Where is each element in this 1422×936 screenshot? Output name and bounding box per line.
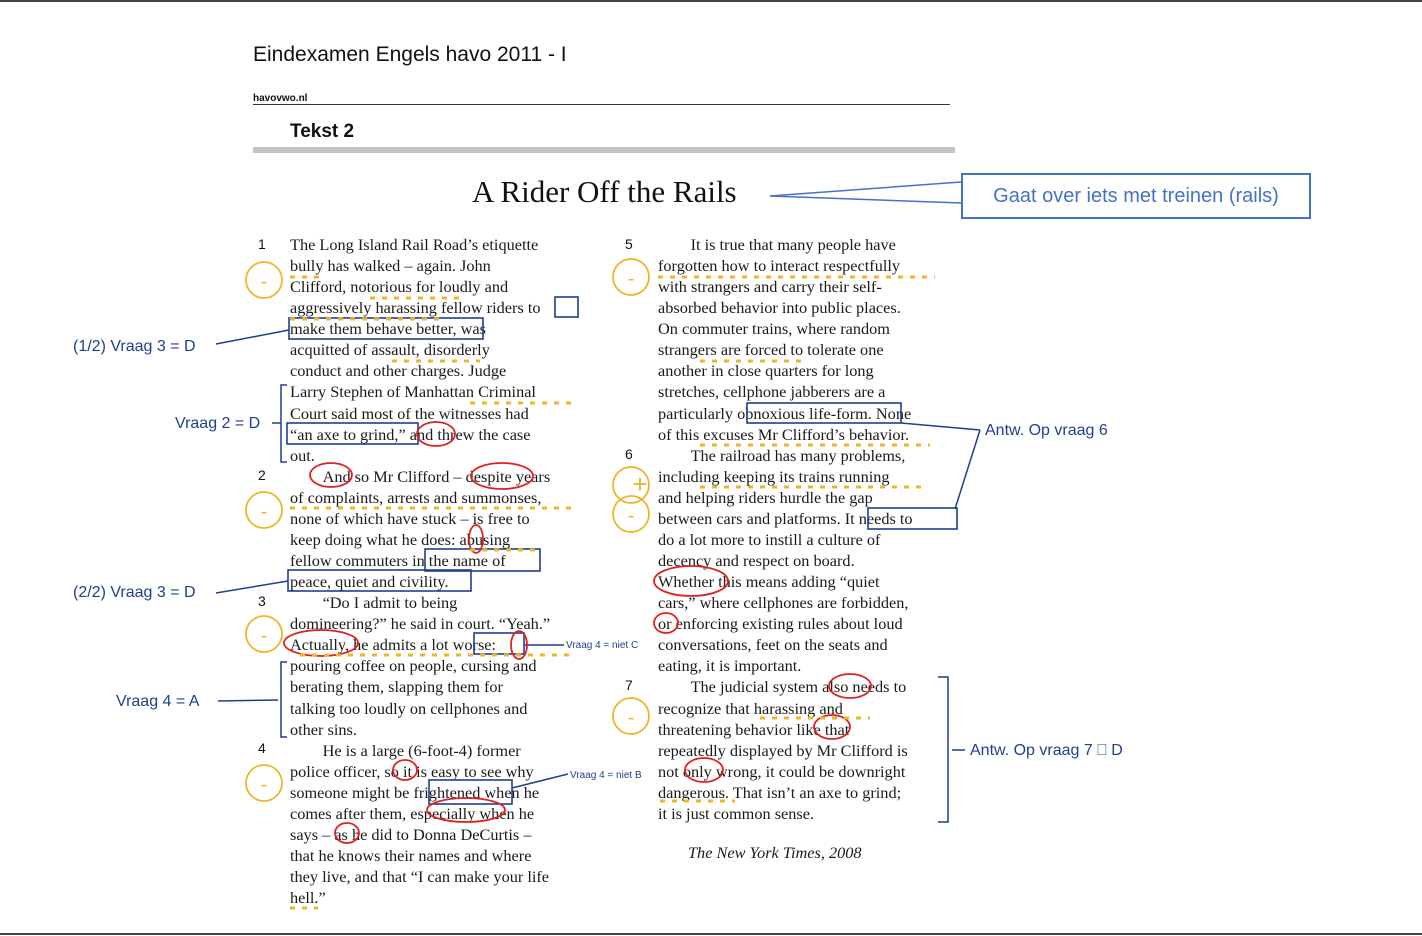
red-circle (392, 759, 418, 781)
red-circle (283, 629, 359, 657)
sentiment-mark: - (261, 625, 268, 647)
note-connector (900, 422, 981, 431)
note-connector (215, 329, 290, 345)
answer-box (286, 422, 419, 445)
sentiment-mark: + (632, 469, 647, 499)
red-circle (470, 462, 534, 490)
answer-box (867, 507, 958, 530)
answer-box (746, 402, 902, 424)
bracket (938, 676, 949, 823)
sentiment-mark: - (628, 505, 635, 527)
annotation-overlay: - - - - - + - - (215, 181, 981, 910)
red-circle (416, 421, 456, 447)
sentiment-mark: - (261, 501, 268, 523)
red-circle (653, 565, 729, 597)
note-connector (954, 429, 981, 510)
note-connector (215, 580, 289, 594)
callout-connector (769, 195, 962, 204)
note-connector (511, 773, 569, 789)
red-circle (684, 757, 724, 783)
callout-connector (769, 181, 962, 197)
bottom-border (0, 933, 1422, 935)
red-circle (426, 797, 506, 823)
bracket (280, 384, 287, 463)
note-connector (217, 699, 279, 702)
answer-box (288, 317, 484, 340)
bracket (280, 661, 287, 738)
answer-box (424, 548, 541, 572)
red-circle (309, 462, 353, 488)
red-circle (653, 612, 679, 634)
sentiment-mark: - (261, 774, 268, 796)
red-circle (334, 822, 360, 844)
sentiment-mark: - (628, 707, 635, 729)
sentiment-mark: - (628, 268, 635, 290)
red-circle (828, 673, 872, 699)
answer-box (287, 569, 472, 592)
sentiment-mark: - (261, 271, 268, 293)
answer-box (473, 632, 525, 655)
answer-box (554, 296, 579, 318)
